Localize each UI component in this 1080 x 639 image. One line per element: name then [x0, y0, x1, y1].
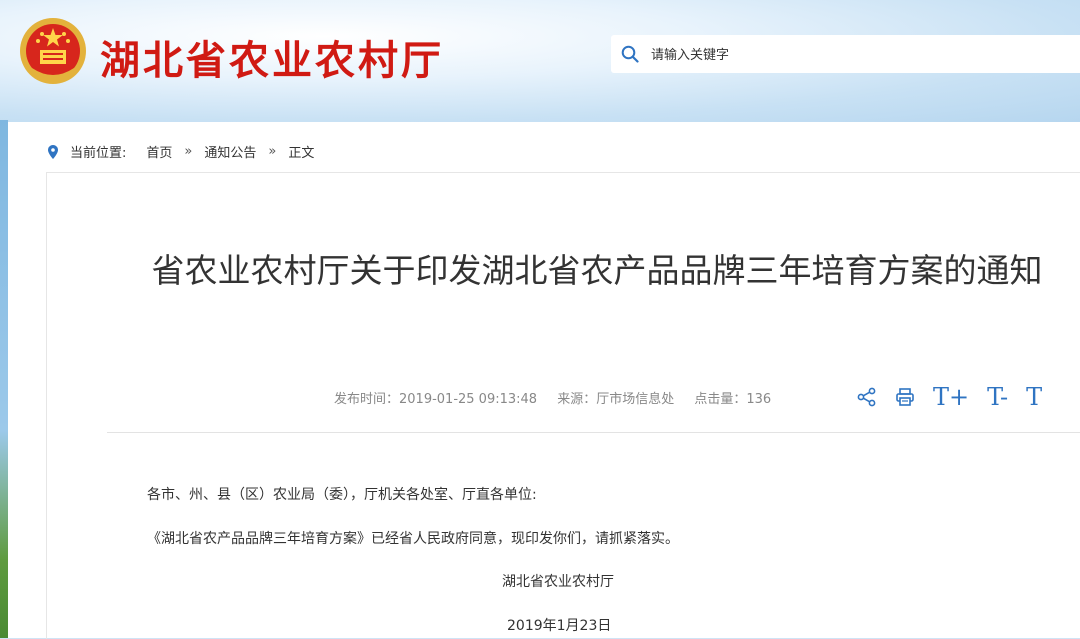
issue-date: 2019年1月23日	[507, 618, 612, 634]
search-box	[611, 35, 1080, 73]
breadcrumb-notices[interactable]: 通知公告	[204, 142, 256, 161]
print-icon[interactable]	[895, 387, 915, 407]
breadcrumb-separator: »	[184, 144, 193, 159]
breadcrumb-separator: »	[268, 144, 277, 159]
share-icon[interactable]	[857, 387, 877, 407]
site-title: 湖北省农业农村厅	[100, 38, 444, 84]
font-size-increase-button[interactable]: T+	[933, 383, 969, 411]
breadcrumb-label: 当前位置:	[70, 146, 127, 161]
search-input[interactable]	[649, 43, 1073, 67]
location-pin-icon	[48, 144, 58, 159]
national-emblem-icon	[20, 18, 86, 84]
breadcrumb: 当前位置: 首页 » 通知公告 » 正文	[48, 142, 314, 161]
body-paragraph: 《湖北省农产品品牌三年培育方案》已经省人民政府同意，现印发你们，请抓紧落实。	[147, 531, 679, 547]
article: 省农业农村厅关于印发湖北省农产品品牌三年培育方案的通知 发布时间：2019-01…	[46, 172, 1080, 639]
font-size-default-button[interactable]: T	[1026, 383, 1042, 411]
site-header: 湖北省农业农村厅	[0, 0, 1080, 122]
content-panel: 当前位置: 首页 » 通知公告 » 正文 省农业农村厅关于印发湖北省农产品品牌三…	[8, 122, 1080, 639]
background-landscape	[0, 120, 8, 638]
breadcrumb-current: 正文	[288, 146, 315, 161]
click-count: 点击量：136	[694, 392, 772, 407]
article-meta: 发布时间：2019-01-25 09:13:48 来源：厅市场信息处 点击量：1…	[334, 388, 787, 407]
meta-divider	[107, 432, 1080, 433]
breadcrumb-home[interactable]: 首页	[146, 142, 172, 161]
search-icon[interactable]	[621, 45, 639, 63]
signature: 湖北省农业农村厅	[502, 574, 614, 590]
article-title: 省农业农村厅关于印发湖北省农产品品牌三年培育方案的通知	[151, 251, 1043, 291]
salutation: 各市、州、县（区）农业局（委），厅机关各处室、厅直各单位:	[147, 487, 537, 503]
article-source: 来源：厅市场信息处	[557, 392, 675, 407]
font-size-decrease-button[interactable]: T-	[987, 383, 1008, 411]
article-tools: T+ T- T	[857, 383, 1060, 411]
publish-time: 发布时间：2019-01-25 09:13:48	[334, 392, 538, 407]
